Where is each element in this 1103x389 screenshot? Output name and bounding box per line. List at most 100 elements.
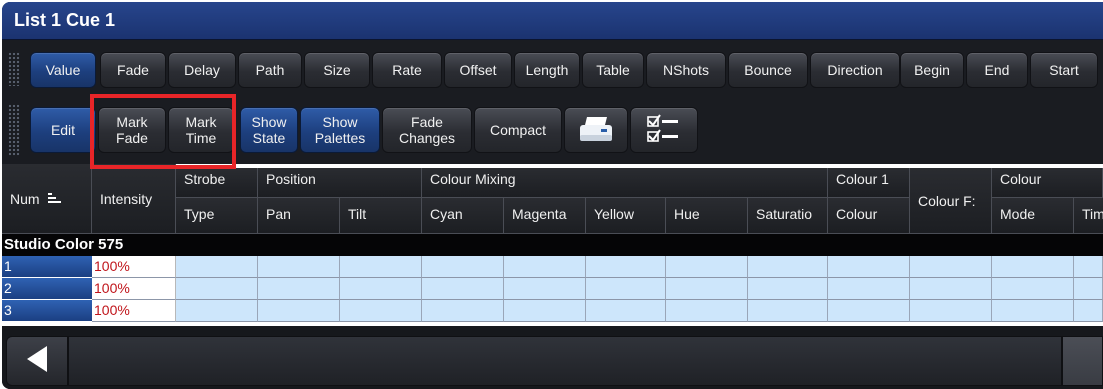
mark-time-button[interactable]: Mark Time [168,107,234,153]
column-header-position[interactable]: Position [258,168,422,198]
value-cell[interactable] [910,256,992,278]
tab-rate[interactable]: Rate [372,52,442,88]
row-num[interactable]: 1 [2,256,92,278]
row-num[interactable]: 3 [2,300,92,322]
column-header-colour-mode[interactable]: Mode [992,198,1074,234]
value-cell[interactable] [666,300,748,322]
value-cell[interactable] [1074,278,1103,300]
value-cell[interactable] [992,300,1074,322]
attribute-toolbar: Value Fade Delay Path Size Rate Offset L… [2,40,1103,96]
value-cell[interactable] [176,256,258,278]
value-cell[interactable] [258,278,340,300]
value-cell[interactable] [828,256,910,278]
sort-icon[interactable] [47,191,62,207]
value-cell[interactable] [176,278,258,300]
tab-offset[interactable]: Offset [444,52,512,88]
checklist-icon [646,114,682,146]
column-header-tilt[interactable]: Tilt [340,198,422,234]
tab-path[interactable]: Path [238,52,302,88]
column-header-pan[interactable]: Pan [258,198,340,234]
tab-begin[interactable]: Begin [900,52,964,88]
tab-value[interactable]: Value [30,52,96,88]
value-cell[interactable] [828,300,910,322]
table-row[interactable]: 2 100% [2,278,1103,300]
tab-fade[interactable]: Fade [100,52,166,88]
column-header-magenta[interactable]: Magenta [504,198,586,234]
column-header-cyan[interactable]: Cyan [422,198,504,234]
printer-icon [576,115,616,145]
tab-length[interactable]: Length [514,52,580,88]
value-cell[interactable] [910,278,992,300]
column-header-intensity[interactable]: Intensity [92,164,176,234]
value-cell[interactable] [666,278,748,300]
value-cell[interactable] [176,300,258,322]
value-cell[interactable] [504,300,586,322]
tab-table[interactable]: Table [582,52,644,88]
column-header-time[interactable]: Tim [1074,198,1103,234]
value-cell[interactable] [422,256,504,278]
value-cell[interactable] [422,300,504,322]
toolbar-grip[interactable] [8,104,20,156]
scrollbar-track[interactable] [68,336,1062,386]
fade-changes-button[interactable]: Fade Changes [382,107,472,153]
print-button[interactable] [564,107,628,153]
show-palettes-button[interactable]: Show Palettes [300,107,380,153]
intensity-cell[interactable]: 100% [92,278,176,300]
column-header-num[interactable]: Num [2,164,92,234]
value-cell[interactable] [748,300,828,322]
tab-bounce[interactable]: Bounce [728,52,808,88]
column-header-colour[interactable]: Colour [992,168,1103,198]
column-header-colour1-colour[interactable]: Colour [828,198,910,234]
row-num[interactable]: 2 [2,278,92,300]
table-row[interactable]: 1 100% [2,256,1103,278]
value-cell[interactable] [340,278,422,300]
arrow-left-icon [25,344,49,379]
value-cell[interactable] [586,300,666,322]
tab-delay[interactable]: Delay [168,52,236,88]
value-cell[interactable] [910,300,992,322]
tab-nshots[interactable]: NShots [646,52,726,88]
value-cell[interactable] [586,278,666,300]
value-cell[interactable] [666,256,748,278]
value-cell[interactable] [258,300,340,322]
tab-size[interactable]: Size [304,52,370,88]
value-cell[interactable] [1074,256,1103,278]
checklist-button[interactable] [630,107,698,153]
edit-button[interactable]: Edit [30,107,96,153]
intensity-cell[interactable]: 100% [92,256,176,278]
scrollbar-thumb[interactable] [1062,336,1103,386]
value-cell[interactable] [1074,300,1103,322]
fixture-group-row[interactable]: Studio Color 575 [2,234,1103,256]
value-cell[interactable] [504,278,586,300]
table-row[interactable]: 3 100% [2,300,1103,322]
scroll-left-button[interactable] [6,336,68,386]
column-header-colour1[interactable]: Colour 1 [828,168,910,198]
value-cell[interactable] [748,256,828,278]
show-state-button[interactable]: Show State [240,107,298,153]
value-cell[interactable] [504,256,586,278]
column-header-colour-f[interactable]: Colour F: [910,168,992,234]
column-header-yellow[interactable]: Yellow [586,198,666,234]
value-cell[interactable] [340,300,422,322]
value-cell[interactable] [748,278,828,300]
value-cell[interactable] [828,278,910,300]
value-cell[interactable] [422,278,504,300]
value-cell[interactable] [992,278,1074,300]
column-header-colour-mixing[interactable]: Colour Mixing [422,168,828,198]
mark-fade-button[interactable]: Mark Fade [98,107,166,153]
intensity-cell[interactable]: 100% [92,300,176,322]
tab-start[interactable]: Start [1030,52,1098,88]
tab-direction[interactable]: Direction [810,52,900,88]
column-header-saturation[interactable]: Saturatio [748,198,828,234]
tab-end[interactable]: End [966,52,1028,88]
value-cell[interactable] [586,256,666,278]
column-header-hue[interactable]: Hue [666,198,748,234]
value-cell[interactable] [340,256,422,278]
value-cell[interactable] [992,256,1074,278]
column-header-strobe-type[interactable]: Type [176,198,258,234]
value-cell[interactable] [258,256,340,278]
toolbar-grip[interactable] [8,52,20,86]
cue-window: List 1 Cue 1 Value Fade Delay Path Size … [2,2,1103,389]
compact-button[interactable]: Compact [474,107,562,153]
column-header-strobe[interactable]: Strobe [176,168,258,198]
